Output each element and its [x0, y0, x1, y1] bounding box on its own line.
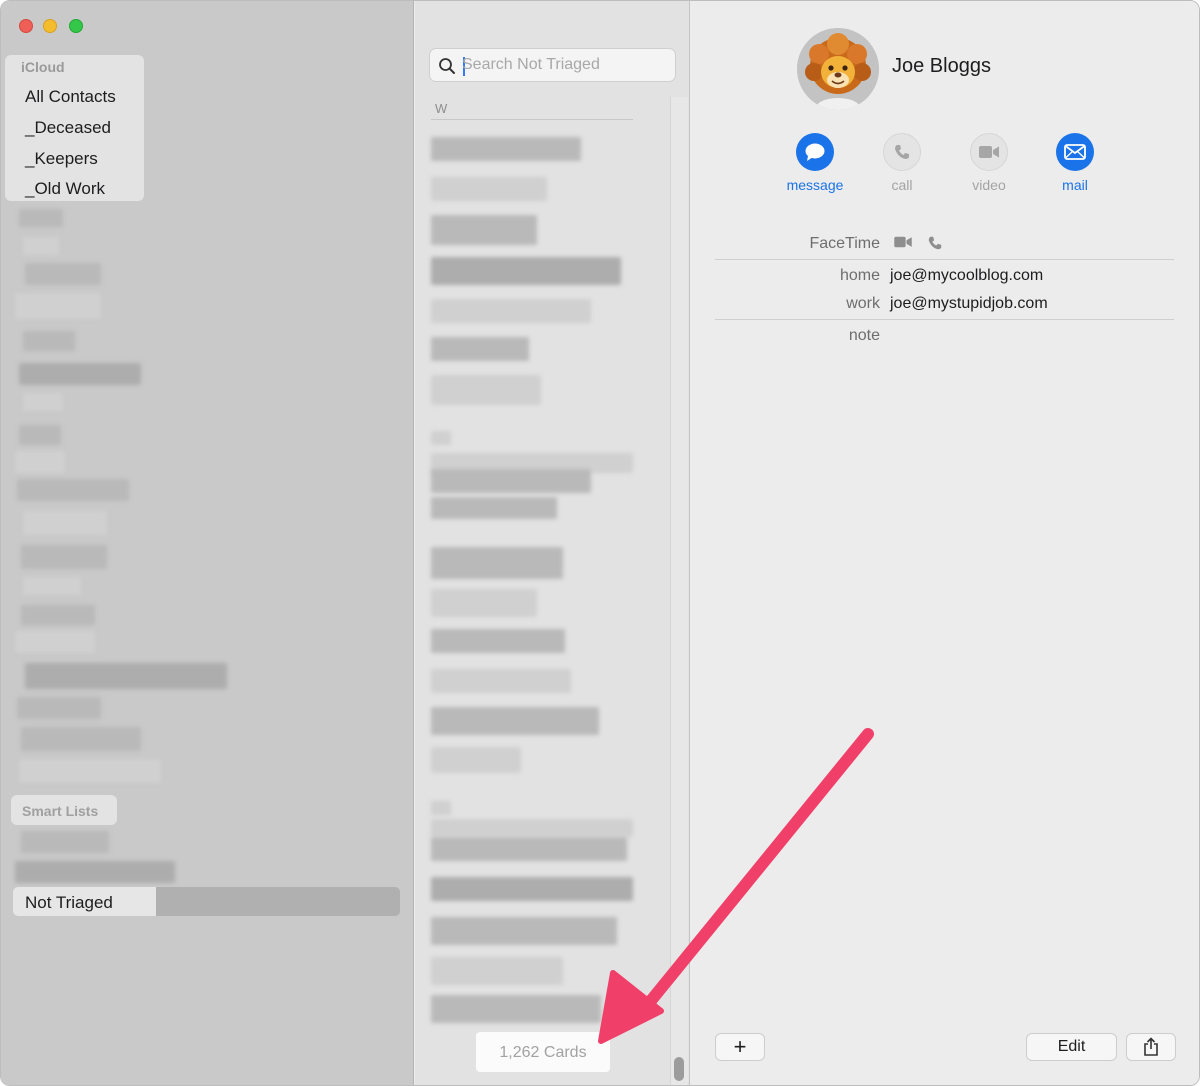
section-header-letter: W [435, 101, 448, 116]
sidebar-item-all-contacts[interactable]: All Contacts [25, 87, 116, 107]
contact-name: Joe Bloggs [892, 55, 991, 77]
search-icon [439, 58, 455, 74]
video-camera-icon [979, 146, 999, 158]
call-action: call [862, 133, 942, 193]
card-count-label: 1,262 Cards [476, 1032, 610, 1072]
contact-detail-pane: Joe Bloggs message call video mail FaceT… [691, 1, 1199, 1085]
email-value-home[interactable]: joe@mycoolblog.com [890, 267, 1043, 285]
smart-lists-header: Smart Lists [22, 803, 99, 819]
section-divider [431, 119, 633, 120]
list-scrollbar-track[interactable] [670, 97, 688, 1085]
add-button[interactable]: + [715, 1033, 765, 1061]
call-button [883, 133, 921, 171]
sidebar-item-label: Not Triaged [25, 893, 113, 912]
video-button [970, 133, 1008, 171]
sidebar: iCloud All Contacts _Deceased _Keepers _… [1, 1, 414, 1085]
smart-lists-header-box: Smart Lists [11, 795, 117, 825]
email-label-home: home [839, 267, 880, 284]
message-button[interactable] [796, 133, 834, 171]
email-value-work[interactable]: joe@mystupidjob.com [890, 295, 1048, 313]
sidebar-item-old-work[interactable]: _Old Work [25, 179, 105, 199]
video-label: video [972, 177, 1006, 193]
sidebar-item-not-triaged[interactable]: Not Triaged [13, 887, 400, 916]
contact-list-column: W [415, 1, 690, 1085]
minimize-window-button[interactable] [43, 19, 57, 33]
lion-memoji-icon [797, 28, 879, 110]
call-label: call [891, 177, 913, 193]
sidebar-item-keepers[interactable]: _Keepers [25, 149, 98, 169]
field-divider [715, 259, 1174, 260]
video-action: video [949, 133, 1029, 193]
facetime-label: FaceTime [809, 235, 880, 252]
field-divider [715, 319, 1174, 320]
mail-button[interactable] [1056, 133, 1094, 171]
mail-action[interactable]: mail [1035, 133, 1115, 193]
facetime-audio-icon[interactable] [927, 235, 943, 251]
share-button[interactable] [1126, 1033, 1176, 1061]
selected-label-background: Not Triaged [13, 887, 156, 916]
edit-button[interactable]: Edit [1026, 1033, 1117, 1061]
share-icon [1144, 1037, 1158, 1056]
facetime-buttons [893, 235, 943, 251]
note-label: note [848, 327, 880, 344]
message-bubble-icon [805, 143, 825, 161]
envelope-icon [1064, 144, 1086, 160]
phone-icon [895, 145, 909, 159]
icloud-groups: iCloud All Contacts _Deceased _Keepers _… [5, 55, 144, 201]
search-field[interactable] [429, 48, 676, 82]
search-input[interactable] [462, 50, 667, 80]
list-scrollbar-thumb[interactable] [674, 1057, 684, 1081]
message-action[interactable]: message [775, 133, 855, 193]
message-label: message [786, 177, 844, 193]
sidebar-item-deceased[interactable]: _Deceased [25, 118, 111, 138]
icloud-header: iCloud [21, 59, 65, 75]
contacts-window: iCloud All Contacts _Deceased _Keepers _… [0, 0, 1200, 1086]
close-window-button[interactable] [19, 19, 33, 33]
email-label-work: work [846, 295, 880, 312]
mail-label: mail [1062, 177, 1088, 193]
avatar[interactable] [797, 28, 879, 110]
zoom-window-button[interactable] [69, 19, 83, 33]
facetime-video-icon[interactable] [893, 235, 913, 249]
